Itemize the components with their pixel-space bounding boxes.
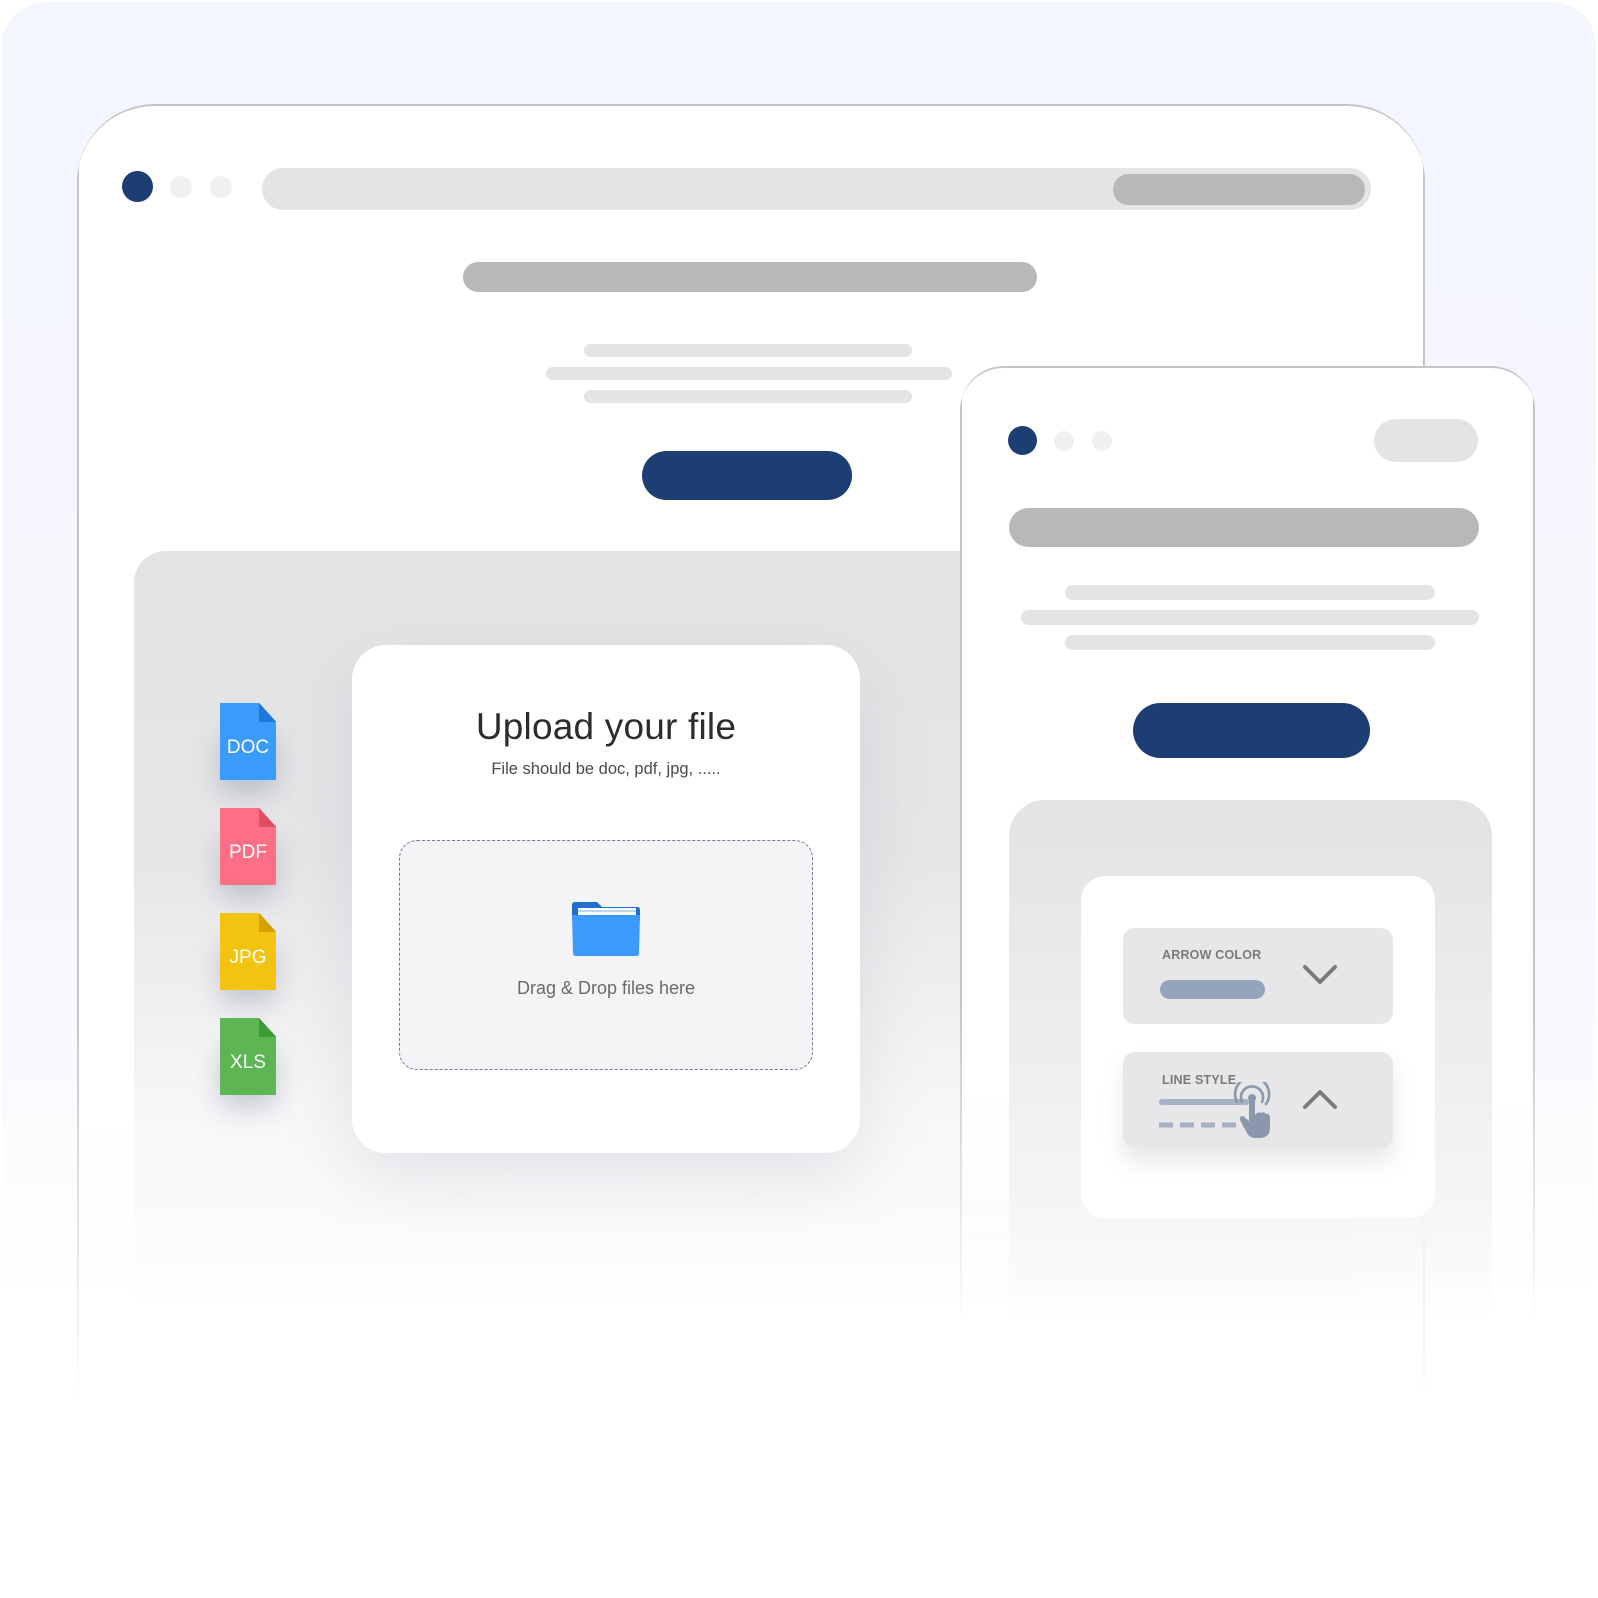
mobile-heading-placeholder — [1009, 508, 1479, 547]
doc-file-label: DOC — [226, 736, 270, 758]
mobile-minimize-dot[interactable] — [1054, 431, 1074, 451]
mobile-text-line-placeholder — [1021, 610, 1479, 625]
mobile-text-line-placeholder — [1065, 635, 1435, 650]
window-minimize-dot[interactable] — [170, 176, 192, 198]
mobile-menu-placeholder[interactable] — [1374, 419, 1478, 462]
upload-title: Upload your file — [475, 706, 737, 747]
arrow-color-dropdown[interactable] — [1123, 928, 1393, 1024]
mobile-close-dot[interactable] — [1008, 426, 1037, 455]
mobile-text-line-placeholder — [1065, 585, 1435, 600]
text-line-placeholder — [584, 390, 912, 403]
chevron-down-icon[interactable] — [1300, 960, 1340, 988]
upload-subtitle: File should be doc, pdf, jpg, ..... — [491, 760, 721, 778]
window-close-dot[interactable] — [122, 171, 153, 202]
jpg-file-label: JPG — [229, 946, 267, 968]
chevron-up-icon[interactable] — [1300, 1086, 1340, 1114]
pointer-hand-icon — [1233, 1082, 1271, 1138]
folder-icon — [572, 902, 640, 956]
line-style-label: LINE STYLE — [1162, 1073, 1237, 1087]
mobile-maximize-dot[interactable] — [1092, 431, 1112, 451]
window-maximize-dot[interactable] — [210, 176, 232, 198]
address-bar-button-placeholder[interactable] — [1113, 174, 1365, 205]
pdf-file-label: PDF — [229, 841, 267, 863]
mobile-primary-button[interactable] — [1133, 703, 1370, 758]
heading-placeholder — [463, 262, 1037, 292]
xls-file-label: XLS — [230, 1051, 266, 1073]
arrow-color-swatch[interactable] — [1160, 980, 1265, 999]
primary-button[interactable] — [642, 451, 852, 500]
drop-instructions: Drag & Drop files here — [516, 978, 696, 998]
arrow-color-label: ARROW COLOR — [1162, 948, 1262, 962]
text-line-placeholder — [546, 367, 952, 380]
text-line-placeholder — [584, 344, 912, 357]
